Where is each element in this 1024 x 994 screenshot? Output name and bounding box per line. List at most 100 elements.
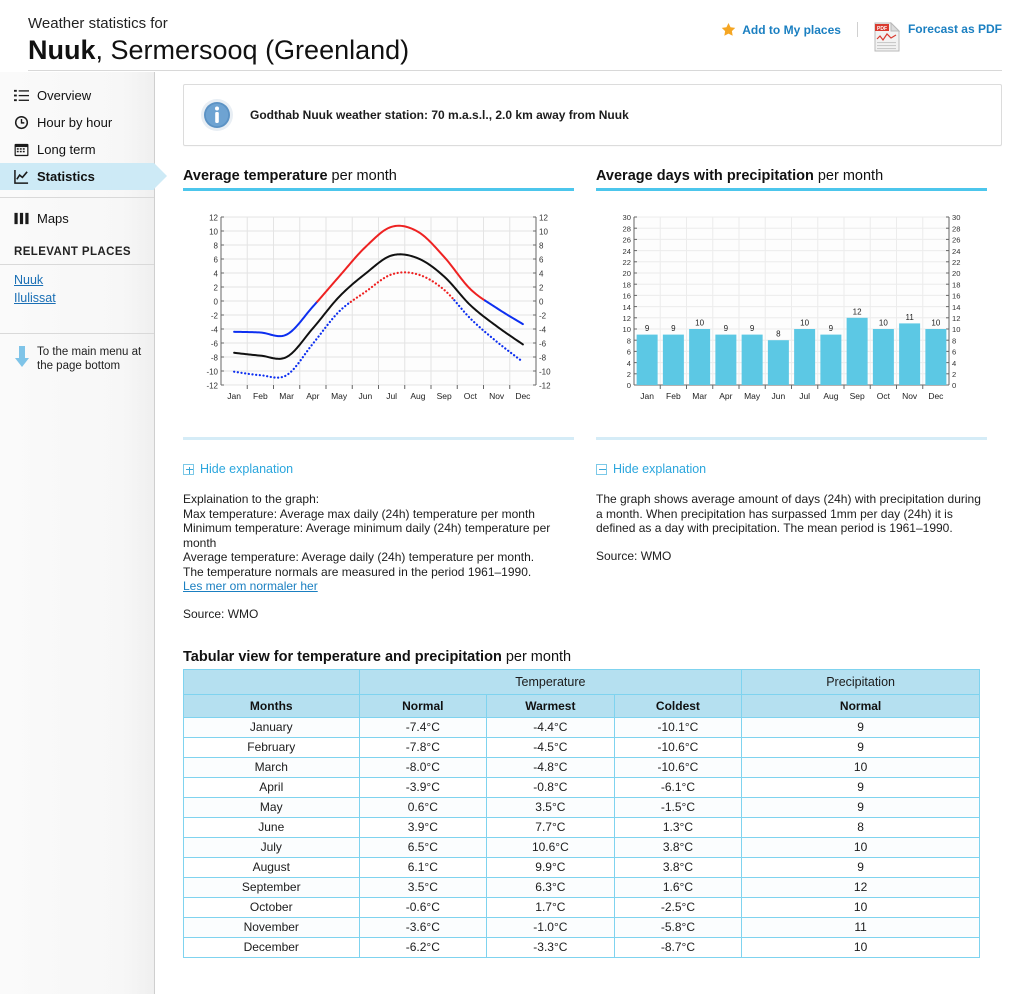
table-row: March-8.0°C-4.8°C-10.6°C10 [184,757,980,777]
cell-normal: 6.5°C [359,837,487,857]
svg-text:9: 9 [671,324,676,333]
forecast-as-pdf-button[interactable]: PDF Forecast as PDF [858,22,1002,52]
precipitation-hide-explanation-toggle[interactable]: Hide explanation [596,462,987,476]
explanation-line: Max temperature: Average max daily (24h)… [183,507,574,522]
list-icon [14,88,29,103]
svg-text:10: 10 [623,325,631,334]
sidebar-item-label: Long term [37,142,96,157]
map-icon [14,211,29,226]
bar [768,340,789,385]
svg-text:0: 0 [627,381,631,390]
bar [715,335,736,385]
cell-precip: 9 [742,777,980,797]
sidebar-item-overview[interactable]: Overview [0,82,154,109]
arrow-down-icon [14,346,30,368]
cell-normal: -7.8°C [359,737,487,757]
svg-text:2: 2 [627,370,631,379]
temperature-chart-divider [183,437,574,440]
temperature-title-bold: Average temperature [183,168,328,184]
table-section-title: Tabular view for temperature and precipi… [183,649,1002,665]
column-header-precip-normal: Normal [742,694,980,717]
cell-coldest: 3.8°C [614,857,742,877]
svg-text:9: 9 [750,324,755,333]
cell-coldest: -10.6°C [614,737,742,757]
sidebar-item-hour-by-hour[interactable]: Hour by hour [0,109,154,136]
explanation-paragraph: The graph shows average amount of days (… [596,492,987,536]
sidebar-item-statistics[interactable]: Statistics [0,163,154,190]
main-menu-hint[interactable]: To the main menu at the page bottom [0,333,154,373]
relevant-place-link[interactable]: Nuuk [0,271,154,289]
svg-text:-8: -8 [211,353,219,362]
expand-plus-icon [183,464,194,475]
sidebar-item-label: Hour by hour [37,115,112,130]
explanation-line: Minimum temperature: Average minimum dai… [183,521,574,550]
precipitation-title-rest: per month [814,168,883,184]
svg-text:Apr: Apr [719,391,732,401]
svg-text:26: 26 [952,236,960,245]
svg-text:18: 18 [623,280,631,289]
normals-info-link[interactable]: Les mer om normaler her [183,579,318,594]
main-menu-hint-label: To the main menu at the page bottom [37,346,146,373]
add-to-my-places-label: Add to My places [742,23,841,37]
cell-precip: 9 [742,857,980,877]
svg-text:Aug: Aug [823,391,838,401]
sidebar-item-maps[interactable]: Maps [0,205,154,232]
svg-text:-4: -4 [539,325,547,334]
chart-icon [14,169,29,184]
cell-warmest: -4.8°C [487,757,615,777]
bar [742,335,763,385]
explanation-line: Average temperature: Average daily (24h)… [183,550,574,565]
forecast-as-pdf-label: Forecast as PDF [908,22,1002,36]
svg-text:4: 4 [627,359,631,368]
cell-coldest: -10.1°C [614,717,742,737]
bar [899,323,920,385]
svg-text:0: 0 [539,297,544,306]
star-icon [721,22,736,37]
temperature-explanation: Explaination to the graph: Max temperatu… [183,492,574,594]
table-title-rest: per month [502,649,571,665]
table-row: December-6.2°C-3.3°C-8.7°C10 [184,937,980,957]
temperature-section-title: Average temperature per month [183,168,574,184]
temperature-hide-explanation-toggle[interactable]: Hide explanation [183,462,574,476]
cell-warmest: -0.8°C [487,777,615,797]
table-row: May0.6°C3.5°C-1.5°C9 [184,797,980,817]
svg-text:Apr: Apr [306,391,319,401]
svg-text:6: 6 [952,348,956,357]
svg-text:PDF: PDF [877,26,887,32]
cell-precip: 12 [742,877,980,897]
cell-precip: 11 [742,917,980,937]
cell-precip: 10 [742,897,980,917]
sidebar-divider [0,197,154,198]
temperature-title-underline [183,188,574,191]
svg-text:-6: -6 [211,339,219,348]
cell-precip: 10 [742,757,980,777]
svg-text:30: 30 [952,213,960,222]
svg-text:Feb: Feb [253,391,268,401]
svg-text:-2: -2 [539,311,547,320]
svg-text:-10: -10 [206,367,218,376]
svg-text:Jun: Jun [359,391,373,401]
temperature-toggle-label: Hide explanation [200,462,293,476]
cell-warmest: 9.9°C [487,857,615,877]
cell-coldest: -6.1°C [614,777,742,797]
bar [925,329,946,385]
cell-coldest: 1.3°C [614,817,742,837]
cell-warmest: 10.6°C [487,837,615,857]
svg-text:6: 6 [539,255,544,264]
table-row: June3.9°C7.7°C1.3°C8 [184,817,980,837]
sidebar-item-long-term[interactable]: Long term [0,136,154,163]
cell-precip: 9 [742,797,980,817]
svg-text:9: 9 [829,324,834,333]
add-to-my-places-button[interactable]: Add to My places [721,22,858,37]
table-row: January-7.4°C-4.4°C-10.1°C9 [184,717,980,737]
table-group-header-row: Temperature Precipitation [184,669,980,694]
svg-text:Nov: Nov [902,391,918,401]
svg-text:10: 10 [539,227,548,236]
page-header: Weather statistics for Nuuk, Sermersooq … [0,0,1024,72]
column-header-coldest: Coldest [614,694,742,717]
svg-text:-12: -12 [206,381,218,390]
precipitation-toggle-label: Hide explanation [613,462,706,476]
cell-coldest: 1.6°C [614,877,742,897]
cell-normal: -6.2°C [359,937,487,957]
relevant-place-link[interactable]: Ilulissat [0,289,154,307]
